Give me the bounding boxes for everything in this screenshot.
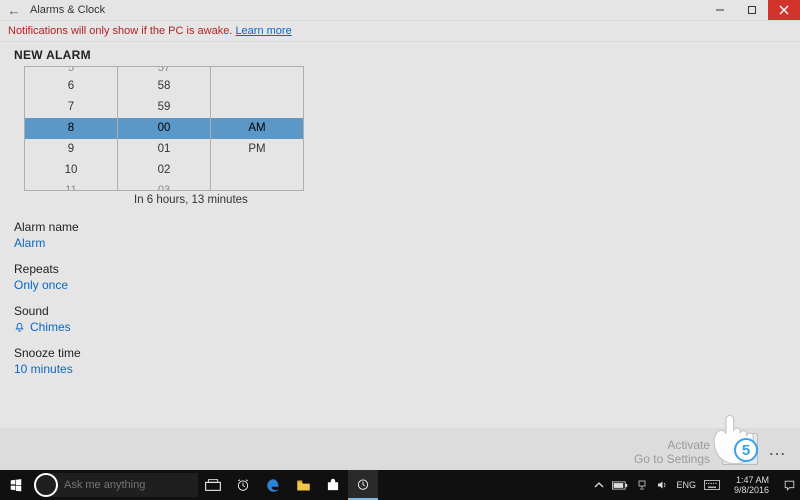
ampm-column[interactable]: AM PM (211, 67, 303, 190)
notification-text: Notifications will only show if the PC i… (8, 25, 235, 37)
taskbar-app-store[interactable] (318, 470, 348, 500)
minimize-button[interactable] (704, 0, 736, 20)
taskbar-app-explorer[interactable] (288, 470, 318, 500)
activate-windows-watermark: Activate Go to Settings (634, 438, 710, 466)
learn-more-link[interactable]: Learn more (235, 25, 291, 37)
back-button[interactable]: ← (0, 3, 28, 18)
window-titlebar: ← Alarms & Clock (0, 0, 800, 20)
app-command-bar: Activate Go to Settings … (0, 428, 800, 470)
repeats-field[interactable]: Repeats Only once (14, 262, 786, 292)
minute-option[interactable]: 01 (118, 139, 210, 160)
cortana-search[interactable] (34, 473, 198, 497)
tutorial-step-badge: 5 (734, 438, 758, 462)
more-button[interactable]: … (764, 439, 790, 460)
taskbar-app-alarms[interactable] (228, 470, 258, 500)
minute-option[interactable]: 03 (118, 181, 210, 190)
main-content: NEW ALARM 5 6 7 8 9 10 11 57 58 59 00 01… (0, 42, 800, 394)
alarm-name-value[interactable]: Alarm (14, 236, 786, 250)
language-indicator[interactable]: ENG (676, 480, 696, 490)
hour-option[interactable]: 6 (25, 76, 117, 97)
hour-option[interactable]: 5 (25, 67, 117, 76)
taskbar: ENG 1:47 AM 9/8/2016 (0, 470, 800, 500)
countdown-text: In 6 hours, 13 minutes (134, 194, 786, 206)
hour-option[interactable]: 11 (25, 181, 117, 190)
bell-icon (14, 322, 25, 333)
time-picker[interactable]: 5 6 7 8 9 10 11 57 58 59 00 01 02 03 (24, 66, 304, 191)
taskbar-clock[interactable]: 1:47 AM 9/8/2016 (728, 475, 775, 495)
window-title: Alarms & Clock (28, 4, 105, 16)
alarm-name-label: Alarm name (14, 220, 786, 234)
network-icon[interactable] (636, 479, 648, 491)
minute-option[interactable]: 57 (118, 67, 210, 76)
minute-option-selected[interactable]: 00 (118, 118, 210, 139)
volume-icon[interactable] (656, 479, 668, 491)
ampm-option-selected[interactable]: AM (211, 118, 303, 139)
start-button[interactable] (0, 470, 32, 500)
action-center-icon[interactable] (783, 479, 796, 492)
repeats-label: Repeats (14, 262, 786, 276)
cortana-icon (34, 473, 58, 497)
taskbar-app-edge[interactable] (258, 470, 288, 500)
snooze-value[interactable]: 10 minutes (14, 362, 786, 376)
notification-bar: Notifications will only show if the PC i… (0, 20, 800, 42)
snooze-field[interactable]: Snooze time 10 minutes (14, 346, 786, 376)
sound-label: Sound (14, 304, 786, 318)
close-button[interactable] (768, 0, 800, 20)
tray-chevron-icon[interactable] (594, 480, 604, 490)
snooze-label: Snooze time (14, 346, 786, 360)
task-view-button[interactable] (198, 470, 228, 500)
battery-icon[interactable] (612, 481, 628, 490)
repeats-value[interactable]: Only once (14, 278, 786, 292)
keyboard-icon[interactable] (704, 480, 720, 490)
minute-column[interactable]: 57 58 59 00 01 02 03 (118, 67, 211, 190)
maximize-button[interactable] (736, 0, 768, 20)
sound-field[interactable]: Sound Chimes (14, 304, 786, 334)
minute-option[interactable]: 59 (118, 97, 210, 118)
alarm-name-field[interactable]: Alarm name Alarm (14, 220, 786, 250)
hour-option[interactable]: 10 (25, 160, 117, 181)
hour-option[interactable]: 9 (25, 139, 117, 160)
system-tray: ENG 1:47 AM 9/8/2016 (594, 475, 800, 495)
ampm-option[interactable]: PM (211, 139, 303, 160)
hour-option[interactable]: 7 (25, 97, 117, 118)
minute-option[interactable]: 02 (118, 160, 210, 181)
page-title: NEW ALARM (14, 48, 786, 62)
sound-value[interactable]: Chimes (14, 320, 786, 334)
minute-option[interactable]: 58 (118, 76, 210, 97)
search-input[interactable] (58, 473, 198, 497)
taskbar-app-alarms-active[interactable] (348, 470, 378, 500)
hour-option-selected[interactable]: 8 (25, 118, 117, 139)
hour-column[interactable]: 5 6 7 8 9 10 11 (25, 67, 118, 190)
